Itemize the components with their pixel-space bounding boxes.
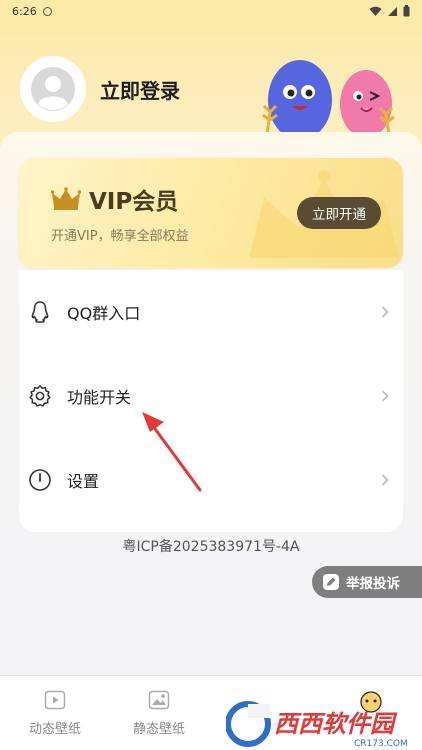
report-label: 举报投诉 (346, 576, 400, 592)
vip-open-button[interactable]: 立即开通 (297, 197, 381, 229)
watermark-logo: 西西软件园 CR173.COM (226, 691, 408, 749)
menu-item-qq-group[interactable]: QQ群入口 (19, 282, 403, 342)
status-bar: 6:26 (0, 0, 422, 22)
chevron-right-icon (381, 306, 389, 318)
wifi-icon (369, 6, 382, 16)
annotation-arrow-icon (142, 412, 202, 492)
qq-icon (31, 301, 49, 323)
mascot-illustration (262, 60, 395, 142)
signal-icon (388, 6, 397, 16)
report-button[interactable]: 举报投诉 (312, 566, 422, 598)
default-user-icon (31, 67, 75, 111)
profile-header[interactable]: 立即登录 (20, 56, 180, 122)
login-link[interactable]: 立即登录 (100, 75, 180, 104)
chevron-right-icon (381, 390, 389, 402)
play-video-icon (44, 690, 66, 710)
power-icon (29, 469, 51, 491)
menu-item-label: 功能开关 (67, 388, 132, 407)
menu-item-label: QQ群入口 (67, 304, 141, 323)
tab-label: 动态壁纸 (28, 722, 81, 737)
avatar[interactable] (20, 56, 86, 122)
image-icon (148, 690, 170, 710)
vip-title: VIP会员 (89, 189, 179, 215)
menu-item-feature-switch[interactable]: 功能开关 (19, 366, 403, 426)
vip-subtitle: 开通VIP，畅享全部权益 (51, 229, 189, 244)
watermark-subtext: CR173.COM (354, 739, 408, 749)
status-time: 6:26 (12, 4, 37, 18)
menu-item-settings[interactable]: 设置 (19, 450, 403, 510)
edit-icon (323, 574, 339, 590)
icp-license: 粤ICP备2025383971号-4A (122, 539, 300, 555)
settings-menu: QQ群入口 功能开关 设置 (19, 270, 403, 532)
vip-card[interactable]: VIP会员 开通VIP，畅享全部权益 立即开通 (19, 158, 403, 268)
tab-label: 静态壁纸 (132, 722, 185, 737)
notification-icon (42, 6, 52, 16)
tab-static-wallpaper[interactable]: 静态壁纸 (104, 690, 214, 737)
crown-icon (51, 187, 81, 210)
gear-icon (29, 385, 51, 407)
watermark-text: 西西软件园 (274, 710, 398, 738)
battery-icon (403, 5, 410, 17)
menu-item-label: 设置 (67, 472, 100, 491)
tab-dynamic-wallpaper[interactable]: 动态壁纸 (0, 690, 110, 737)
chevron-right-icon (381, 474, 389, 486)
